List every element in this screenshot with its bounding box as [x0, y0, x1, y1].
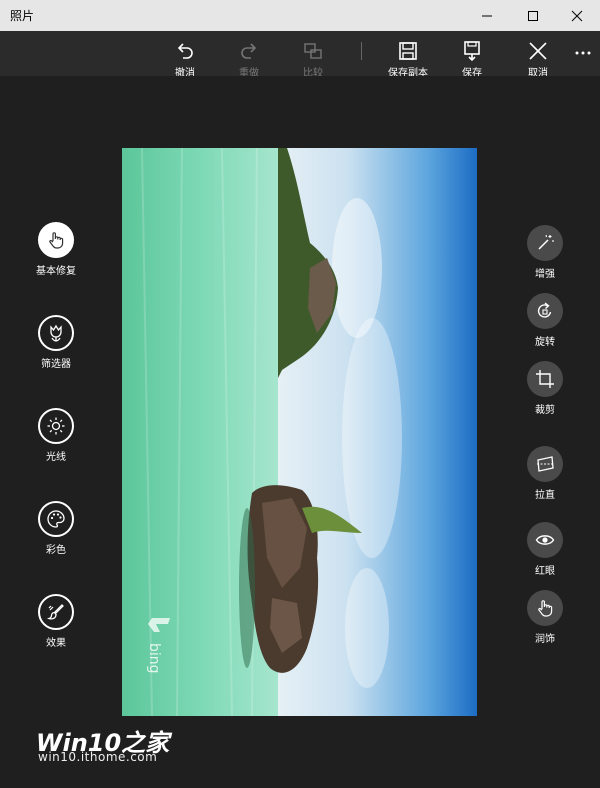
tool-filters-button[interactable]: [38, 315, 74, 351]
rotate-icon: [537, 302, 552, 318]
tool-crop-label: 裁剪: [535, 405, 555, 416]
redo-icon: [241, 43, 257, 59]
tool-straighten[interactable]: 拉直: [510, 446, 580, 508]
redo-button[interactable]: 重做: [221, 31, 277, 76]
touch-icon: [49, 232, 64, 249]
eye-icon: [535, 535, 555, 545]
sun-icon: [47, 417, 65, 435]
tool-rotate-button[interactable]: [527, 293, 563, 329]
photo-image: bing: [122, 148, 477, 716]
tool-red-eye-button[interactable]: [527, 522, 563, 558]
magic-wand-icon: [538, 234, 554, 250]
save-label: 保存: [462, 68, 482, 76]
tool-color-button[interactable]: [38, 501, 74, 537]
tool-enhance-button[interactable]: [527, 225, 563, 261]
tool-light[interactable]: 光线: [21, 408, 91, 470]
compare-icon: [304, 43, 322, 59]
tool-retouch-button[interactable]: [527, 590, 563, 626]
tool-effects-button[interactable]: [38, 594, 74, 630]
title-bar: 照片: [0, 0, 600, 31]
cancel-icon: [529, 42, 547, 60]
tool-basic-fix[interactable]: 基本修复: [21, 222, 91, 284]
tool-basic-fix-label: 基本修复: [36, 266, 76, 277]
tool-color[interactable]: 彩色: [21, 501, 91, 563]
tulip-icon: [50, 324, 62, 342]
more-button[interactable]: [566, 31, 600, 76]
close-icon: [571, 10, 583, 21]
separator: [361, 42, 362, 60]
palette-icon: [47, 510, 65, 528]
close-window-button[interactable]: [554, 0, 600, 31]
retouch-hand-icon: [538, 600, 553, 617]
crop-icon: [536, 370, 554, 388]
tool-crop[interactable]: 裁剪: [510, 361, 580, 423]
tool-red-eye-label: 红眼: [535, 566, 555, 577]
cancel-label: 取消: [528, 68, 548, 76]
tool-straighten-button[interactable]: [527, 446, 563, 482]
brush-icon: [46, 604, 64, 620]
save-copy-label: 保存副本: [388, 68, 428, 76]
photo-preview[interactable]: bing: [122, 148, 477, 716]
tool-straighten-label: 拉直: [535, 490, 555, 501]
more-icon: [575, 51, 591, 55]
tool-retouch-label: 润饰: [535, 634, 555, 645]
tool-basic-fix-button[interactable]: [38, 222, 74, 258]
tool-enhance[interactable]: 增强: [510, 225, 580, 287]
minimize-button[interactable]: [464, 0, 510, 31]
tool-enhance-label: 增强: [535, 269, 555, 280]
tool-effects[interactable]: 效果: [21, 594, 91, 656]
tool-filters-label: 筛选器: [41, 359, 71, 370]
undo-label: 撤消: [175, 68, 195, 76]
save-icon: [399, 42, 417, 60]
tool-red-eye[interactable]: 红眼: [510, 522, 580, 584]
window-title: 照片: [10, 9, 35, 23]
maximize-button[interactable]: [510, 0, 556, 31]
redo-label: 重做: [239, 68, 259, 76]
watermark-url: win10.ithome.com: [38, 750, 158, 764]
tool-color-label: 彩色: [46, 545, 66, 556]
bing-text: bing: [146, 643, 162, 674]
command-bar: 撤消 重做 比较 保存副本 保存 取消: [0, 31, 600, 76]
tool-retouch[interactable]: 润饰: [510, 590, 580, 652]
undo-button[interactable]: 撤消: [157, 31, 213, 76]
save-download-icon: [464, 41, 480, 61]
tool-light-button[interactable]: [38, 408, 74, 444]
save-copy-button[interactable]: 保存副本: [380, 31, 436, 76]
straighten-icon: [537, 456, 554, 472]
tool-light-label: 光线: [46, 452, 66, 463]
tool-crop-button[interactable]: [527, 361, 563, 397]
minimize-icon: [482, 15, 492, 16]
compare-label: 比较: [303, 68, 323, 76]
maximize-icon: [528, 10, 538, 21]
tool-rotate-label: 旋转: [535, 337, 555, 348]
tool-filters[interactable]: 筛选器: [21, 315, 91, 377]
tool-rotate[interactable]: 旋转: [510, 293, 580, 355]
undo-icon: [177, 43, 193, 59]
tool-effects-label: 效果: [46, 638, 66, 649]
save-button[interactable]: 保存: [444, 31, 500, 76]
cancel-button[interactable]: 取消: [510, 31, 566, 76]
compare-button[interactable]: 比较: [285, 31, 341, 76]
